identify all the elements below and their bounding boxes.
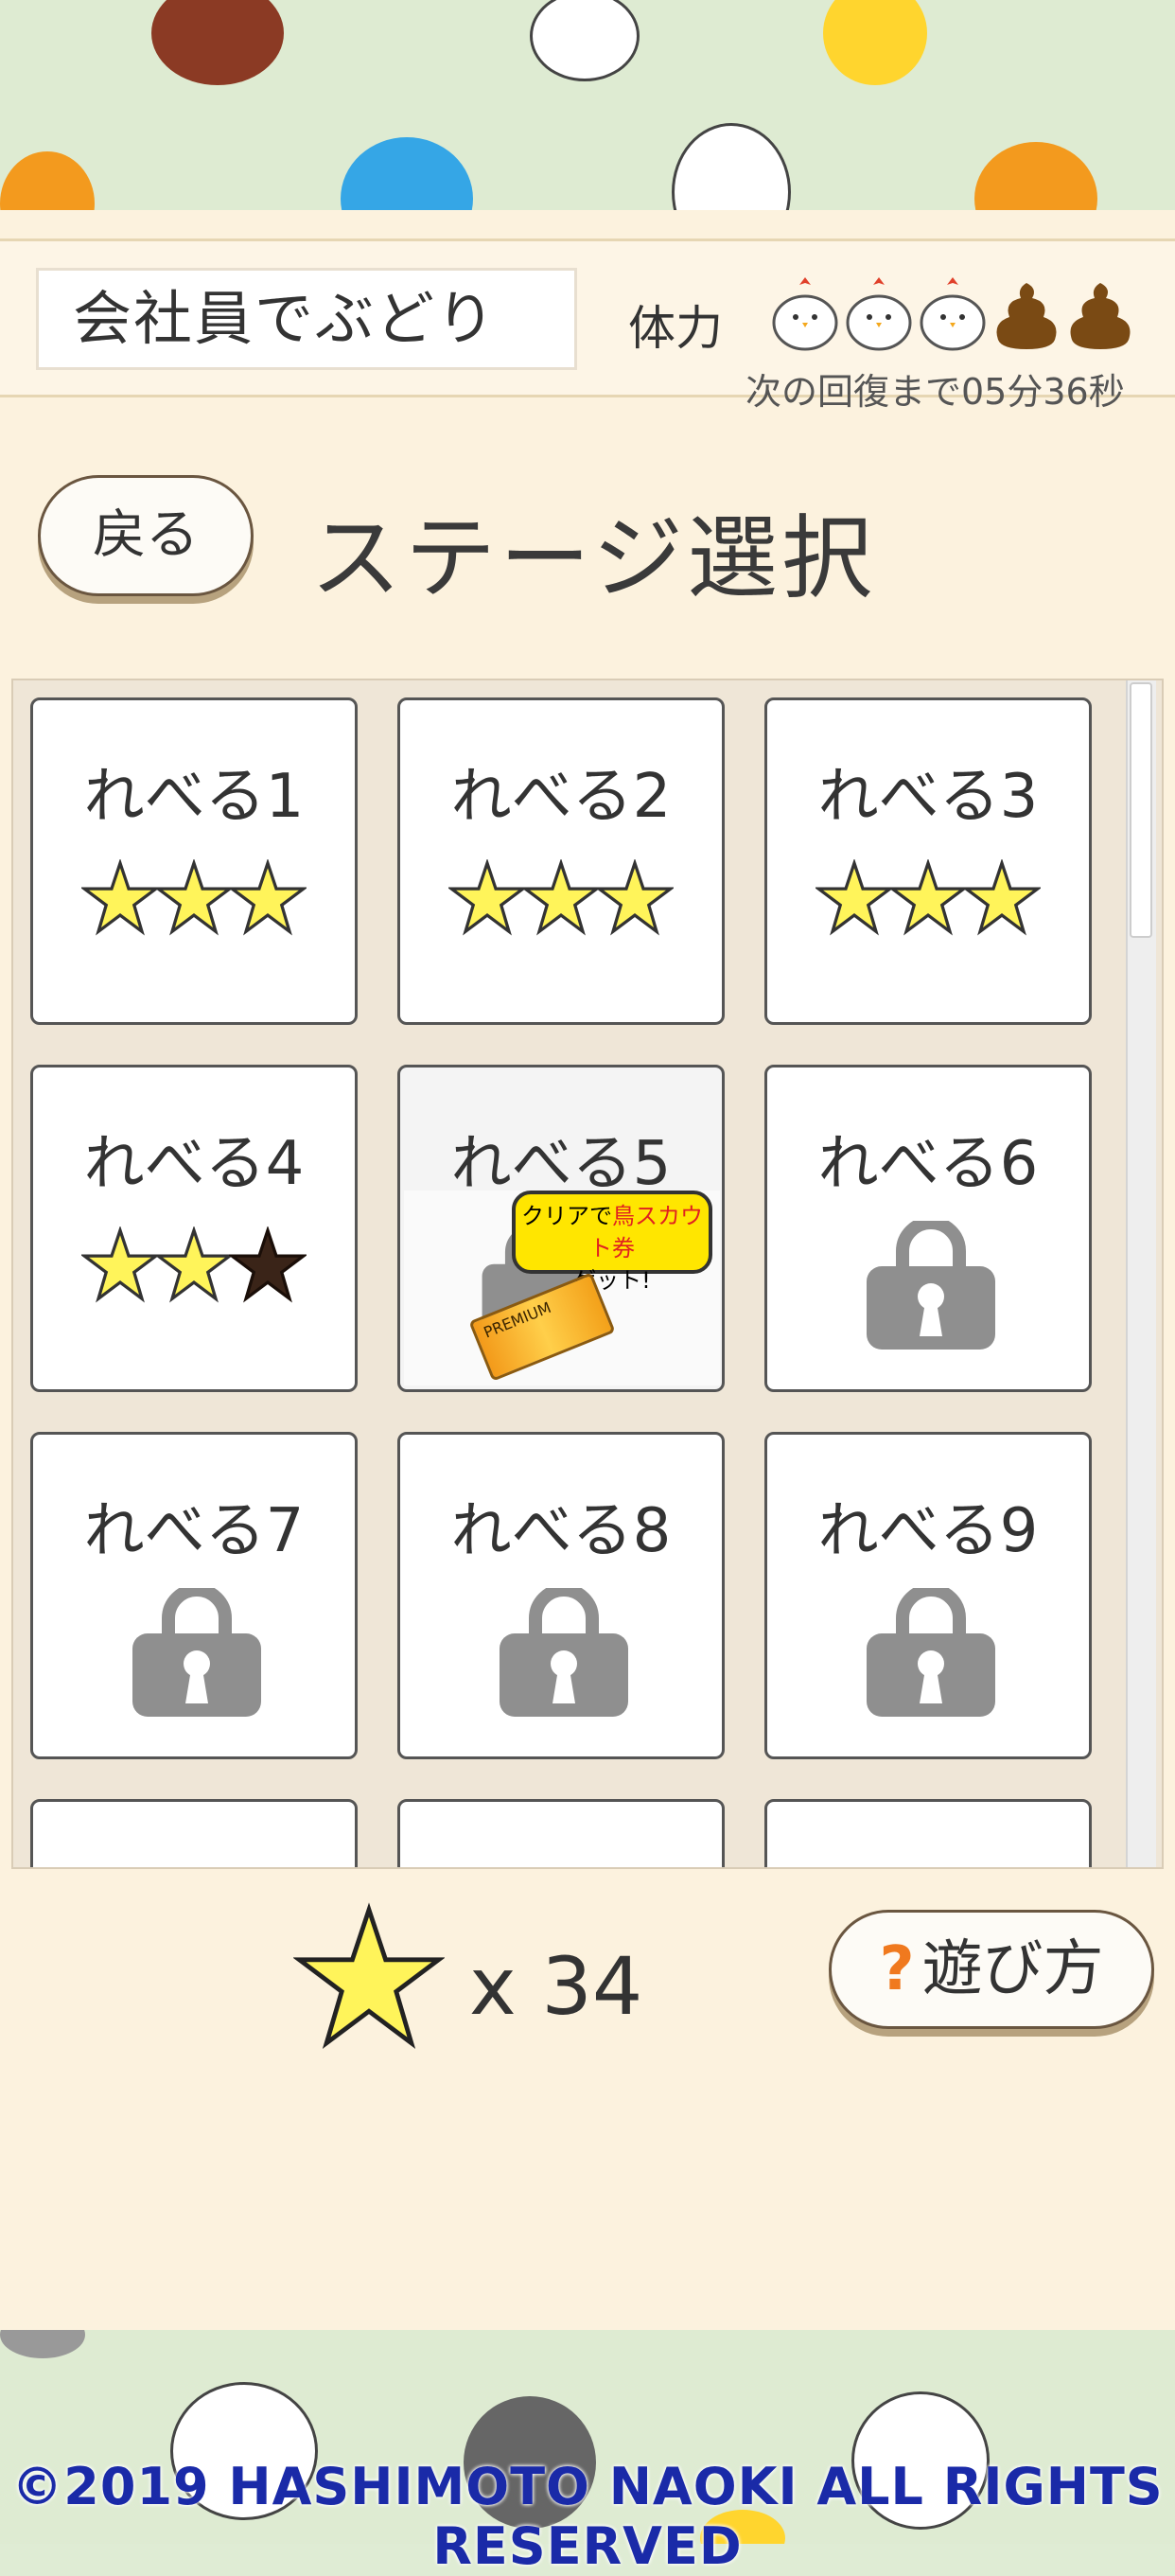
star-count: x 34: [469, 1940, 643, 2033]
star-icon: [887, 857, 969, 936]
bubble-text: クリアで: [521, 1203, 612, 1229]
lock-icon: [867, 1221, 995, 1350]
star-icon: [79, 857, 161, 936]
level-label: れべる6: [817, 1129, 1039, 1199]
level-tile-1[interactable]: れべる1: [30, 697, 358, 1025]
company-name: 会社員でぶどり: [36, 268, 577, 370]
star-rating: [400, 857, 722, 941]
reward-badge: クリアで鳥スカウト券 ゲット! PREMIUM: [404, 1191, 720, 1385]
level-tile-3[interactable]: れべる3: [764, 697, 1092, 1025]
level-tile-8[interactable]: れべる8: [397, 1432, 725, 1759]
star-icon: [227, 857, 308, 936]
main-panel: 会社員でぶどり 体力 次の回復まで05分36秒 戻る ステージ選択 れべる1 れ…: [0, 210, 1175, 2330]
bird-decoration: [0, 151, 95, 210]
level-label: れべる7: [83, 1496, 305, 1566]
copyright-text: ©2019 HASHIMOTO NAOKI ALL RIGHTS RESERVE…: [11, 2457, 1164, 2576]
bird-decoration: [823, 0, 927, 85]
level-label: れべる1: [83, 762, 305, 832]
level-tile-6[interactable]: れべる6: [764, 1065, 1092, 1392]
top-background-pattern: [0, 0, 1175, 210]
star-icon: [153, 1225, 235, 1303]
star-icon: [594, 857, 675, 936]
star-icon: [814, 857, 895, 936]
lock-icon: [132, 1588, 261, 1717]
back-button[interactable]: 戻る: [38, 475, 254, 596]
bird-decoration: [672, 123, 791, 210]
poop-icon: [996, 283, 1057, 349]
star-icon: [520, 857, 602, 936]
bird-decoration: [341, 137, 473, 210]
star-icon: [447, 857, 528, 936]
lock-icon: [867, 1588, 995, 1717]
lock-icon: [500, 1588, 628, 1717]
bird-decoration: [974, 142, 1097, 210]
bird-decoration: [530, 0, 640, 81]
how-to-play-label: 遊び方: [921, 1934, 1104, 2004]
page-title: ステージ選択: [310, 505, 877, 611]
bird-decoration: [0, 2330, 85, 2358]
stage-grid[interactable]: れべる1 れべる2 れべる3 れべる4 れべる5 クリアで鳥スカウト券 ゲット!…: [11, 679, 1164, 1869]
level-label: れべる8: [450, 1496, 672, 1566]
level-label: れべる4: [83, 1129, 305, 1199]
question-icon: ?: [879, 1934, 915, 2004]
how-to-play-button[interactable]: ? 遊び方: [829, 1910, 1154, 2029]
scrollbar[interactable]: [1126, 680, 1156, 1867]
bird-decoration: [151, 0, 284, 85]
scroll-thumb[interactable]: [1130, 682, 1152, 938]
poop-icon: [1070, 283, 1131, 349]
chick-icon: [920, 277, 986, 351]
star-icon: [153, 857, 235, 936]
level-label: れべる5: [450, 1129, 672, 1199]
level-tile-5[interactable]: れべる5 クリアで鳥スカウト券 ゲット! PREMIUM: [397, 1065, 725, 1392]
star-rating: [33, 1225, 355, 1308]
star-rating: [767, 857, 1089, 941]
total-star-icon: [293, 1902, 445, 2050]
reward-speech-bubble: クリアで鳥スカウト券 ゲット!: [512, 1191, 712, 1294]
chick-icon: [772, 277, 838, 351]
level-tile-partial[interactable]: [764, 1799, 1092, 1867]
star-icon: [961, 857, 1043, 936]
stamina-label: 体力: [628, 301, 723, 356]
level-tile-7[interactable]: れべる7: [30, 1432, 358, 1759]
level-tile-partial[interactable]: [30, 1799, 358, 1867]
level-label: れべる2: [450, 762, 672, 832]
stamina-meter: [771, 273, 1149, 359]
chick-icon: [846, 277, 912, 351]
level-tile-2[interactable]: れべる2: [397, 697, 725, 1025]
level-label: れべる3: [817, 762, 1039, 832]
empty-star-icon: [227, 1225, 308, 1303]
star-rating: [33, 857, 355, 941]
star-icon: [79, 1225, 161, 1303]
level-tile-9[interactable]: れべる9: [764, 1432, 1092, 1759]
level-tile-partial[interactable]: [397, 1799, 725, 1867]
level-label: れべる9: [817, 1496, 1039, 1566]
level-tile-4[interactable]: れべる4: [30, 1065, 358, 1392]
header-bar: 会社員でぶどり 体力 次の回復まで05分36秒: [0, 238, 1175, 413]
recovery-timer: 次の回復まで05分36秒: [745, 371, 1125, 413]
